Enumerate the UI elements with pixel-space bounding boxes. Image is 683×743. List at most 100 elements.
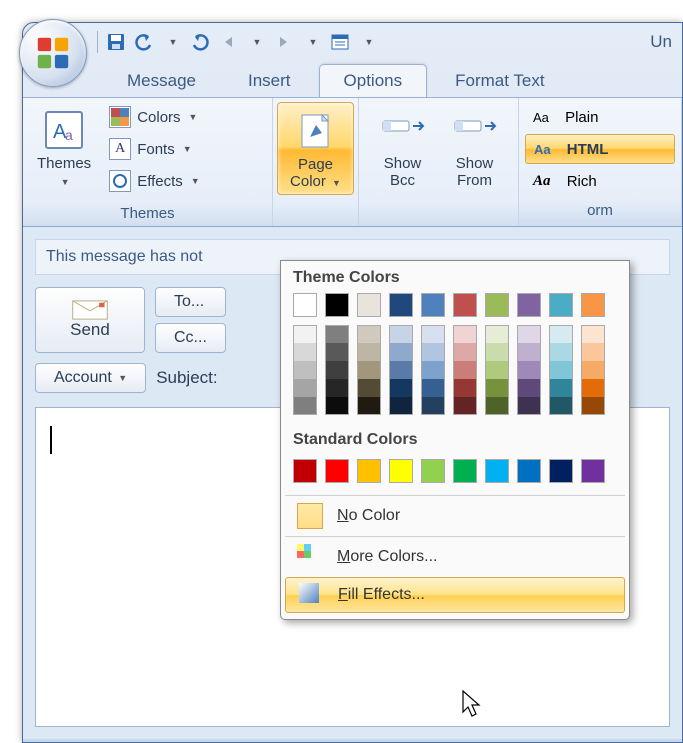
color-swatch[interactable] [549,397,573,415]
color-swatch[interactable] [389,379,413,397]
no-color-item[interactable]: No Color [285,498,625,534]
cc-button[interactable]: Cc... [155,323,226,353]
color-swatch[interactable] [389,293,413,317]
color-swatch[interactable] [549,343,573,361]
show-bcc-button[interactable]: Show Bcc [373,102,433,193]
colors-button[interactable]: Colors▼ [103,102,206,132]
color-swatch[interactable] [293,361,317,379]
color-swatch[interactable] [325,459,349,483]
color-swatch[interactable] [293,293,317,317]
color-swatch[interactable] [453,325,477,343]
color-swatch[interactable] [357,293,381,317]
color-swatch[interactable] [389,361,413,379]
color-swatch[interactable] [453,379,477,397]
color-swatch[interactable] [485,293,509,317]
tab-message[interactable]: Message [103,65,220,97]
color-swatch[interactable] [485,397,509,415]
color-swatch[interactable] [293,379,317,397]
color-swatch[interactable] [517,379,541,397]
color-swatch[interactable] [581,459,605,483]
color-swatch[interactable] [549,459,573,483]
plain-text-button[interactable]: Aa Plain [525,102,675,132]
next-dropdown[interactable]: ▼ [298,28,326,56]
fill-effects-item[interactable]: Fill Effects... [285,577,625,613]
color-swatch[interactable] [581,397,605,415]
color-swatch[interactable] [389,459,413,483]
redo-button[interactable] [186,28,214,56]
color-swatch[interactable] [485,379,509,397]
color-swatch[interactable] [325,293,349,317]
color-swatch[interactable] [485,325,509,343]
color-swatch[interactable] [293,397,317,415]
color-swatch[interactable] [357,343,381,361]
color-swatch[interactable] [421,293,445,317]
qat-customize-dropdown[interactable]: ▼ [354,28,382,56]
color-swatch[interactable] [325,361,349,379]
prev-dropdown[interactable]: ▼ [242,28,270,56]
color-swatch[interactable] [325,379,349,397]
effects-button[interactable]: Effects▼ [103,166,206,196]
color-swatch[interactable] [389,397,413,415]
color-swatch[interactable] [293,343,317,361]
color-swatch[interactable] [357,325,381,343]
color-swatch[interactable] [357,459,381,483]
color-swatch[interactable] [517,459,541,483]
show-from-button[interactable]: Show From [445,102,505,193]
color-swatch[interactable] [421,397,445,415]
color-swatch[interactable] [581,379,605,397]
html-button[interactable]: Aa HTML [525,134,675,164]
color-swatch[interactable] [549,361,573,379]
office-button[interactable] [19,19,87,87]
color-swatch[interactable] [325,343,349,361]
undo-dropdown[interactable]: ▼ [158,28,186,56]
color-swatch[interactable] [421,343,445,361]
undo-button[interactable] [130,28,158,56]
color-swatch[interactable] [357,397,381,415]
color-swatch[interactable] [581,325,605,343]
account-button[interactable]: Account ▼ [35,363,146,393]
color-swatch[interactable] [325,325,349,343]
color-swatch[interactable] [293,459,317,483]
rich-text-button[interactable]: Aa Rich [525,166,675,196]
color-swatch[interactable] [325,397,349,415]
color-swatch[interactable] [453,397,477,415]
color-swatch[interactable] [517,397,541,415]
to-button[interactable]: To... [155,287,226,317]
color-swatch[interactable] [549,325,573,343]
color-swatch[interactable] [485,361,509,379]
color-swatch[interactable] [549,379,573,397]
color-swatch[interactable] [389,325,413,343]
color-swatch[interactable] [517,293,541,317]
color-swatch[interactable] [517,325,541,343]
color-swatch[interactable] [485,459,509,483]
fonts-button[interactable]: A Fonts▼ [103,134,206,164]
color-swatch[interactable] [453,293,477,317]
next-button[interactable] [270,28,298,56]
color-swatch[interactable] [517,343,541,361]
color-swatch[interactable] [485,343,509,361]
tab-options[interactable]: Options [319,64,428,97]
color-swatch[interactable] [421,325,445,343]
color-swatch[interactable] [549,293,573,317]
color-swatch[interactable] [453,459,477,483]
save-button[interactable] [102,28,130,56]
color-swatch[interactable] [581,343,605,361]
color-swatch[interactable] [293,325,317,343]
color-swatch[interactable] [389,343,413,361]
color-swatch[interactable] [581,293,605,317]
prev-button[interactable] [214,28,242,56]
color-swatch[interactable] [357,361,381,379]
color-swatch[interactable] [517,361,541,379]
send-button[interactable]: Send [35,287,145,353]
message-options-button[interactable] [326,28,354,56]
color-swatch[interactable] [421,361,445,379]
color-swatch[interactable] [581,361,605,379]
tab-insert[interactable]: Insert [224,65,315,97]
color-swatch[interactable] [421,379,445,397]
themes-button[interactable]: Aa Themes▼ [31,102,97,193]
color-swatch[interactable] [453,361,477,379]
color-swatch[interactable] [421,459,445,483]
color-swatch[interactable] [453,343,477,361]
color-swatch[interactable] [357,379,381,397]
tab-format-text[interactable]: Format Text [431,65,568,97]
